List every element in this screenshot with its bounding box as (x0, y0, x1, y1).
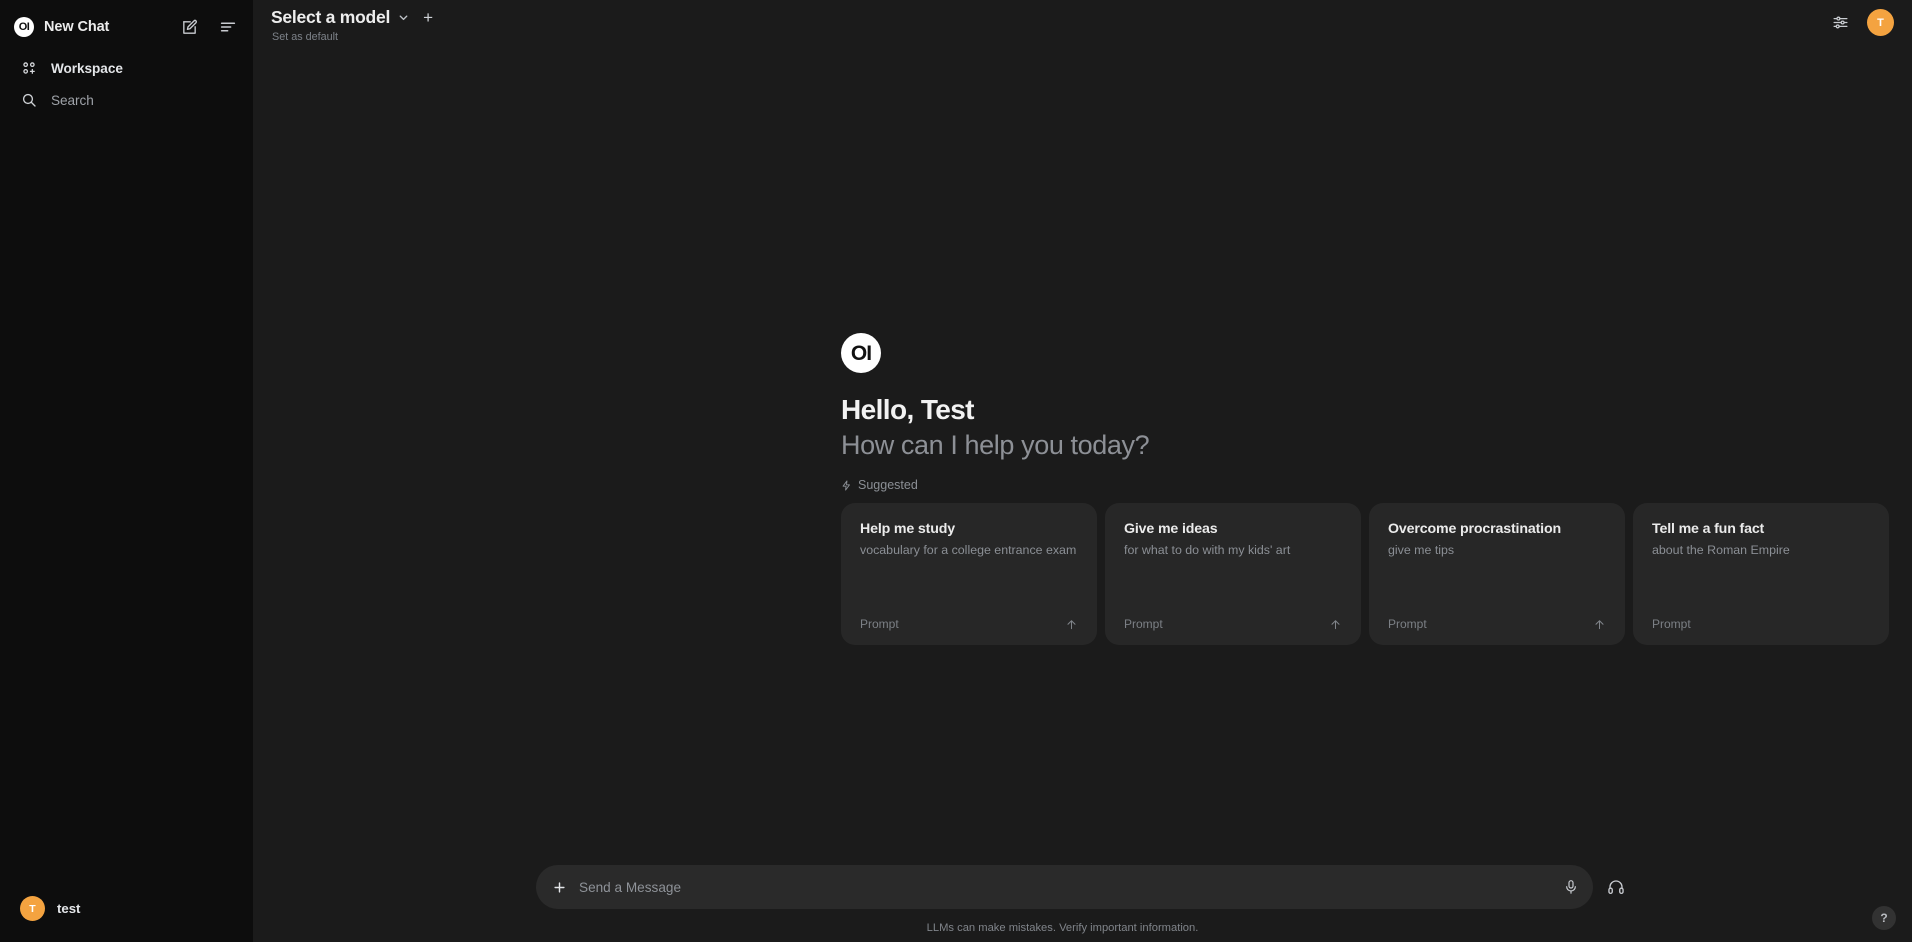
page-title: Hello, Test (841, 394, 975, 425)
sidebar-item-workspace[interactable]: Workspace (14, 52, 239, 84)
suggestion-card-footer-label: Prompt (1124, 617, 1163, 631)
user-avatar-button[interactable]: T (1867, 9, 1894, 36)
suggestion-cards: Help me study vocabulary for a college e… (841, 503, 1912, 645)
sidebar-nav: Workspace Search (14, 52, 239, 116)
composer-row (253, 865, 1912, 909)
suggestion-card[interactable]: Tell me a fun fact about the Roman Empir… (1633, 503, 1889, 645)
suggestion-card-title: Help me study (860, 521, 956, 537)
sidebar-header-actions (178, 16, 239, 38)
sidebar: OI New Chat Workspace Search T test (0, 0, 253, 942)
suggestion-card-footer-label: Prompt (1652, 617, 1691, 631)
top-bar: Select a model + Set as default T (253, 0, 1912, 56)
suggestion-card-subtitle: for what to do with my kids' art (1124, 542, 1291, 557)
arrow-up-icon[interactable] (1593, 618, 1606, 631)
composer-area: LLMs can make mistakes. Verify important… (253, 865, 1912, 942)
suggestion-card-footer: Prompt (1652, 617, 1870, 631)
suggestion-card-title: Give me ideas (1124, 521, 1218, 537)
suggestion-card-subtitle: about the Roman Empire (1652, 542, 1790, 557)
suggestion-card[interactable]: Overcome procrastination give me tips Pr… (1369, 503, 1625, 645)
sidebar-item-search[interactable]: Search (14, 84, 239, 116)
sidebar-user-profile[interactable]: T test (14, 891, 239, 926)
suggestion-card-footer: Prompt (860, 617, 1078, 631)
model-selector-button[interactable]: Select a model (271, 7, 390, 28)
headphones-icon[interactable] (1603, 874, 1629, 900)
toggle-sidebar-icon[interactable] (217, 16, 239, 38)
model-selector-block: Select a model + Set as default (271, 7, 433, 43)
openwebui-logo-icon: OI (14, 17, 34, 37)
arrow-up-icon[interactable] (1329, 618, 1342, 631)
top-bar-actions: T (1829, 7, 1894, 36)
suggestion-card-footer-label: Prompt (860, 617, 899, 631)
logo-text: OI (18, 20, 30, 33)
search-icon (20, 91, 38, 109)
lightning-bolt-icon (841, 480, 852, 491)
openwebui-hero-logo-icon: OI (841, 333, 881, 373)
suggested-label-text: Suggested (858, 478, 918, 493)
disclaimer-text: LLMs can make mistakes. Verify important… (926, 922, 1199, 934)
set-as-default-button[interactable]: Set as default (272, 31, 433, 43)
sidebar-chat-list (0, 116, 253, 891)
add-model-icon[interactable]: + (423, 9, 433, 26)
microphone-icon[interactable] (1563, 879, 1579, 895)
greeting-section: OI Hello, Test How can I help you today?… (841, 333, 1912, 492)
sidebar-user-name: test (57, 901, 81, 916)
avatar-initial: T (1877, 16, 1884, 29)
avatar-initial: T (29, 902, 36, 915)
suggestion-card[interactable]: Give me ideas for what to do with my kid… (1105, 503, 1361, 645)
suggested-label: Suggested (841, 478, 1912, 492)
suggestion-card-title: Tell me a fun fact (1652, 521, 1765, 537)
workspace-grid-icon (20, 59, 38, 77)
sliders-icon[interactable] (1829, 12, 1851, 34)
chevron-down-icon[interactable] (397, 11, 410, 24)
suggestion-card-footer: Prompt (1388, 617, 1606, 631)
suggestion-card-footer-label: Prompt (1388, 617, 1427, 631)
suggestion-card-subtitle: give me tips (1388, 542, 1455, 557)
page-subtitle: How can I help you today? (841, 429, 1150, 460)
sidebar-item-label: Search (51, 92, 94, 108)
suggestion-card[interactable]: Help me study vocabulary for a college e… (841, 503, 1097, 645)
plus-icon[interactable] (552, 880, 567, 895)
main-area: Select a model + Set as default T OI Hel… (253, 0, 1912, 942)
sidebar-header: OI New Chat (14, 10, 239, 44)
sidebar-top: OI New Chat Workspace Search (0, 0, 253, 116)
message-input[interactable] (579, 879, 1551, 895)
avatar: T (20, 896, 45, 921)
sidebar-item-label: Workspace (51, 60, 123, 76)
arrow-up-icon[interactable] (1065, 618, 1078, 631)
suggestion-card-footer: Prompt (1124, 617, 1342, 631)
new-chat-title[interactable]: New Chat (44, 19, 109, 35)
help-button[interactable]: ? (1872, 906, 1896, 930)
app-root: OI New Chat Workspace Search T test Sele… (0, 0, 1912, 942)
message-composer[interactable] (536, 865, 1593, 909)
suggestion-card-title: Overcome procrastination (1388, 521, 1562, 537)
suggestion-card-subtitle: vocabulary for a college entrance exam (860, 542, 1077, 557)
model-selector-row: Select a model + (271, 7, 433, 28)
hero-logo-text: OI (850, 341, 872, 365)
chat-empty-state: OI Hello, Test How can I help you today?… (253, 56, 1912, 942)
new-chat-edit-icon[interactable] (178, 16, 200, 38)
